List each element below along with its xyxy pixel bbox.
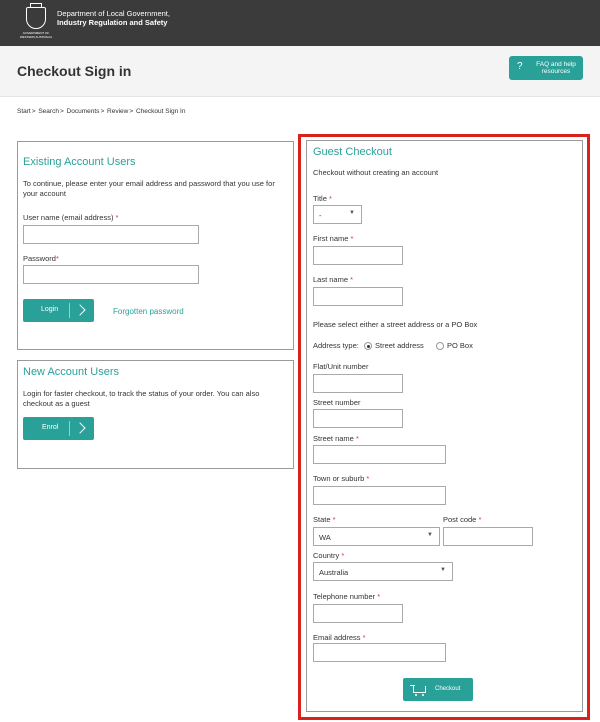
forgotten-password-link[interactable]: Forgotten password — [113, 307, 184, 316]
new-account-intro: Login for faster checkout, to track the … — [23, 389, 260, 408]
faq-help-button[interactable]: ? FAQ and help resources — [509, 56, 583, 80]
login-label: Login — [41, 306, 59, 313]
department-line-1: Department of Local Government, — [57, 9, 170, 18]
new-account-panel: New Account Users Login for faster check… — [17, 360, 294, 469]
password-input[interactable] — [23, 265, 199, 284]
breadcrumb: Start> Search> Documents> Review> Checko… — [17, 108, 186, 115]
guest-checkout-highlight — [298, 134, 590, 720]
chevron-right-icon — [74, 422, 86, 434]
chevron-right-icon — [74, 304, 86, 316]
page-title: Checkout Sign in — [17, 63, 132, 79]
existing-account-panel: Existing Account Users To continue, plea… — [17, 141, 294, 350]
breadcrumb-documents[interactable]: Documents — [67, 108, 100, 115]
breadcrumb-start[interactable]: Start — [17, 108, 31, 115]
existing-account-intro: To continue, please enter your email add… — [23, 179, 275, 198]
existing-account-title: Existing Account Users — [23, 156, 136, 168]
wa-crest-logo[interactable]: GOVERNMENT OF WESTERN AUSTRALIA — [18, 3, 54, 41]
department-line-2: Industry Regulation and Safety — [57, 18, 168, 27]
enrol-button[interactable]: Enrol — [23, 417, 94, 440]
breadcrumb-review[interactable]: Review — [107, 108, 128, 115]
site-header: GOVERNMENT OF WESTERN AUSTRALIA Departme… — [0, 0, 600, 46]
username-input[interactable] — [23, 225, 199, 244]
question-icon: ? — [517, 61, 523, 72]
new-account-title: New Account Users — [23, 366, 119, 378]
breadcrumb-search[interactable]: Search — [38, 108, 59, 115]
enrol-label: Enrol — [42, 424, 59, 431]
faq-help-label: FAQ and help resources — [536, 61, 576, 75]
title-bar: Checkout Sign in ? FAQ and help resource… — [0, 46, 600, 97]
password-label: Password* — [23, 254, 59, 263]
shield-icon — [26, 7, 46, 29]
crest-text: GOVERNMENT OF WESTERN AUSTRALIA — [19, 31, 53, 39]
username-label: User name (email address) * — [23, 213, 119, 222]
breadcrumb-current: Checkout Sign In — [135, 108, 186, 115]
login-button[interactable]: Login — [23, 299, 94, 322]
department-name: Department of Local Government, Industry… — [57, 9, 170, 27]
